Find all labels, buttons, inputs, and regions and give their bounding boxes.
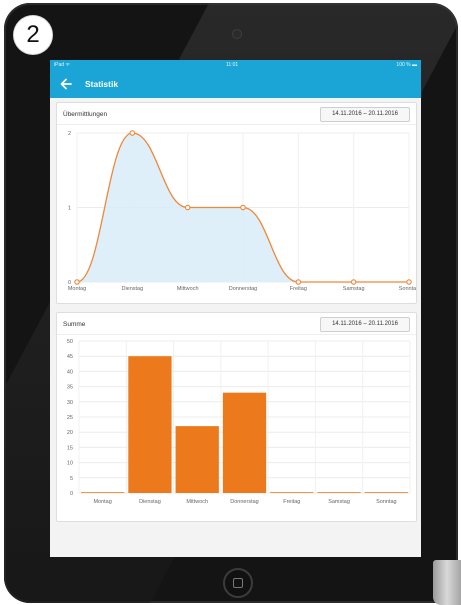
data-point <box>350 279 357 285</box>
device-stand <box>433 560 461 605</box>
x-tick-label: Donnerstag <box>230 499 258 505</box>
bar <box>128 356 172 493</box>
status-bar: iPad ᯤ 11:01 100 % ▬ <box>50 60 421 70</box>
bar <box>222 392 267 493</box>
y-tick-label: 15 <box>67 445 73 451</box>
y-tick-label: 40 <box>67 369 73 375</box>
data-point <box>406 279 412 285</box>
x-tick-label: Donnerstag <box>229 286 257 292</box>
chart-title: Summe <box>63 321 86 328</box>
clock: 11:01 <box>226 62 239 68</box>
bar <box>364 492 408 493</box>
bar <box>81 492 125 493</box>
data-point <box>184 204 191 211</box>
product-figure: iPad ᯤ 11:01 100 % ▬ Statistik Übermittl… <box>0 0 461 605</box>
sum-chart-card: Summe 14.11.2016 – 20.11.2016 0 5 10 15 20 25… <box>56 312 417 522</box>
x-tick-label: Freitag <box>283 499 300 505</box>
bar <box>270 492 314 493</box>
y-tick-label: 1 <box>68 206 71 212</box>
bar <box>175 426 219 493</box>
x-tick-label: Dienstag <box>139 499 161 505</box>
y-tick-label: 45 <box>67 354 73 360</box>
x-tick-label: Freitag <box>290 286 307 292</box>
x-tick-label: Samstag <box>343 286 365 292</box>
x-tick-label: Samstag <box>328 499 350 505</box>
page-title: Statistik <box>85 79 119 89</box>
data-point <box>74 279 80 285</box>
camera-icon <box>232 29 242 39</box>
y-tick-label: 30 <box>67 400 73 406</box>
step-number-badge: 2 <box>14 16 52 54</box>
y-tick-label: 20 <box>67 430 73 436</box>
x-tick-label: Dienstag <box>121 286 143 292</box>
data-point <box>240 204 246 211</box>
app-screen: iPad ᯤ 11:01 100 % ▬ Statistik Übermittl… <box>50 60 421 557</box>
x-tick-label: Montag <box>93 499 111 505</box>
bar-chart: 0 5 10 15 20 25 30 35 40 45 50 Montag Dienstag Mittwo… <box>67 339 411 505</box>
y-tick-label: 10 <box>67 461 73 467</box>
submissions-chart-card: Übermittlungen 14.11.2016 – 20.11.2016 0… <box>56 102 417 304</box>
chart-title: Übermittlungen <box>63 111 108 118</box>
date-range-picker[interactable]: 14.11.2016 – 20.11.2016 <box>320 317 410 332</box>
home-button[interactable] <box>223 568 253 598</box>
bar <box>317 492 361 493</box>
y-tick-label: 2 <box>68 131 71 137</box>
y-tick-label: 25 <box>67 415 73 421</box>
home-square-icon <box>233 578 243 588</box>
x-tick-label: Mittwoch <box>177 286 199 292</box>
data-point <box>295 279 302 285</box>
x-tick-label: Sonntag <box>399 286 416 292</box>
carrier-label: iPad ᯤ <box>54 62 70 68</box>
x-tick-label: Mittwoch <box>186 499 208 505</box>
y-tick-label: 50 <box>67 339 73 345</box>
tablet-device: iPad ᯤ 11:01 100 % ▬ Statistik Übermittl… <box>4 3 458 603</box>
back-arrow-icon[interactable] <box>59 77 73 91</box>
y-tick-label: 5 <box>70 476 73 482</box>
nav-bar: Statistik <box>50 70 421 98</box>
date-range-picker[interactable]: 14.11.2016 – 20.11.2016 <box>320 107 410 122</box>
area-chart: 012Montag Dienstag Mittwoch Donnerstag Freit… <box>68 130 416 292</box>
y-tick-label: 35 <box>67 385 73 391</box>
battery-indicator: 100 % ▬ <box>396 62 417 68</box>
x-tick-label: Sonntag <box>376 499 397 505</box>
data-point <box>129 130 136 136</box>
y-tick-label: 0 <box>70 491 73 497</box>
x-tick-label: Montag <box>68 286 86 292</box>
